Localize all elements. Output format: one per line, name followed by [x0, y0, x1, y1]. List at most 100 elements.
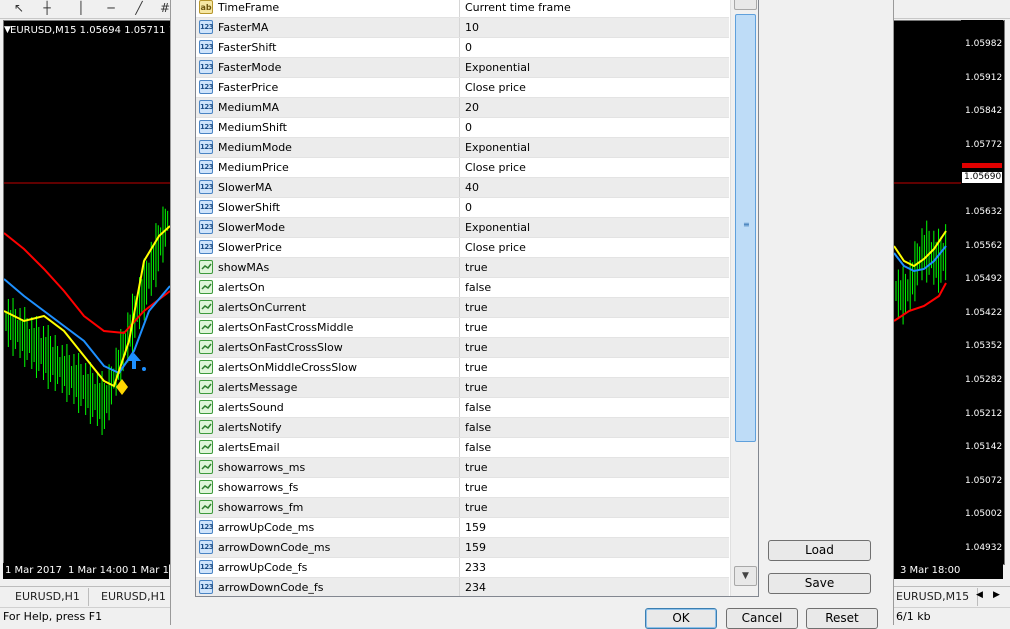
input-value[interactable]: true: [465, 301, 488, 314]
input-row-alertsOnFastCrossMiddle[interactable]: alertsOnFastCrossMiddle true: [196, 318, 729, 338]
input-value-cell[interactable]: Current time frame: [460, 0, 729, 17]
input-value-cell[interactable]: false: [460, 398, 729, 417]
input-value-cell[interactable]: Close price: [460, 238, 729, 257]
crosshair-icon[interactable]: ┼: [38, 0, 56, 16]
input-value[interactable]: 0: [465, 201, 472, 214]
cancel-button[interactable]: Cancel: [726, 608, 798, 629]
input-value-cell[interactable]: 0: [460, 118, 729, 137]
input-value[interactable]: true: [465, 261, 488, 274]
input-value[interactable]: 0: [465, 121, 472, 134]
input-value-cell[interactable]: true: [460, 478, 729, 497]
input-row-alertsSound[interactable]: alertsSound false: [196, 398, 729, 418]
input-row-showMAs[interactable]: showMAs true: [196, 258, 729, 278]
input-value-cell[interactable]: true: [460, 318, 729, 337]
input-row-TimeFrame[interactable]: ab TimeFrame Current time frame: [196, 0, 729, 18]
input-value-cell[interactable]: Exponential: [460, 138, 729, 157]
save-button[interactable]: Save: [768, 573, 871, 594]
input-value-cell[interactable]: true: [460, 458, 729, 477]
vertical-line-icon[interactable]: │: [72, 0, 90, 16]
trendline-icon[interactable]: ╱: [130, 0, 148, 16]
input-row-SlowerMA[interactable]: 123 SlowerMA 40: [196, 178, 729, 198]
cursor-icon[interactable]: ↖: [10, 0, 28, 16]
input-value[interactable]: Exponential: [465, 141, 530, 154]
input-value-cell[interactable]: 233: [460, 558, 729, 577]
input-row-showarrows_ms[interactable]: showarrows_ms true: [196, 458, 729, 478]
input-value-cell[interactable]: Close price: [460, 78, 729, 97]
input-value[interactable]: 233: [465, 561, 486, 574]
input-row-alertsOnFastCrossSlow[interactable]: alertsOnFastCrossSlow true: [196, 338, 729, 358]
input-value[interactable]: true: [465, 381, 488, 394]
input-row-SlowerPrice[interactable]: 123 SlowerPrice Close price: [196, 238, 729, 258]
input-row-alertsOnMiddleCrossSlow[interactable]: alertsOnMiddleCrossSlow true: [196, 358, 729, 378]
input-value[interactable]: 10: [465, 21, 479, 34]
input-value-cell[interactable]: 40: [460, 178, 729, 197]
input-row-showarrows_fs[interactable]: showarrows_fs true: [196, 478, 729, 498]
scroll-up-icon[interactable]: [734, 0, 757, 10]
scroll-down-icon[interactable]: ▼: [734, 566, 757, 586]
input-value[interactable]: Close price: [465, 81, 526, 94]
input-value[interactable]: true: [465, 481, 488, 494]
input-row-MediumShift[interactable]: 123 MediumShift 0: [196, 118, 729, 138]
input-row-arrowDownCode_fs[interactable]: 123 arrowDownCode_fs 234: [196, 578, 729, 596]
input-row-MediumMode[interactable]: 123 MediumMode Exponential: [196, 138, 729, 158]
input-row-MediumMA[interactable]: 123 MediumMA 20: [196, 98, 729, 118]
input-value-cell[interactable]: 0: [460, 38, 729, 57]
tab-eurusd-h1[interactable]: EURUSD,H1: [7, 588, 89, 606]
input-value[interactable]: Exponential: [465, 221, 530, 234]
input-row-alertsEmail[interactable]: alertsEmail false: [196, 438, 729, 458]
input-row-showarrows_fm[interactable]: showarrows_fm true: [196, 498, 729, 518]
input-value[interactable]: Exponential: [465, 61, 530, 74]
input-row-arrowDownCode_ms[interactable]: 123 arrowDownCode_ms 159: [196, 538, 729, 558]
horizontal-line-icon[interactable]: ─: [102, 0, 120, 16]
input-row-SlowerMode[interactable]: 123 SlowerMode Exponential: [196, 218, 729, 238]
input-value[interactable]: 234: [465, 581, 486, 594]
input-value-cell[interactable]: true: [460, 338, 729, 357]
input-value[interactable]: false: [465, 281, 491, 294]
ok-button[interactable]: OK: [645, 608, 717, 629]
input-value[interactable]: true: [465, 461, 488, 474]
load-button[interactable]: Load: [768, 540, 871, 561]
input-value-cell[interactable]: 159: [460, 518, 729, 537]
vertical-scrollbar[interactable]: ≡ ▼: [730, 0, 758, 596]
input-value-cell[interactable]: true: [460, 498, 729, 517]
input-value[interactable]: 159: [465, 521, 486, 534]
tab-eurusd-m15[interactable]: EURUSD,M15: [888, 588, 979, 606]
input-value[interactable]: 40: [465, 181, 479, 194]
input-row-FasterShift[interactable]: 123 FasterShift 0: [196, 38, 729, 58]
input-value[interactable]: true: [465, 321, 488, 334]
input-value[interactable]: Current time frame: [465, 1, 571, 14]
input-value-cell[interactable]: 159: [460, 538, 729, 557]
input-row-MediumPrice[interactable]: 123 MediumPrice Close price: [196, 158, 729, 178]
input-value[interactable]: 20: [465, 101, 479, 114]
input-value[interactable]: 0: [465, 41, 472, 54]
tab-scroll-left-icon[interactable]: ◀: [976, 590, 983, 600]
left-chart[interactable]: EURUSD,M15 1.05694 1.05711 1.0 ▼: [3, 20, 171, 565]
input-value-cell[interactable]: false: [460, 418, 729, 437]
reset-button[interactable]: Reset: [806, 608, 878, 629]
input-value-cell[interactable]: 10: [460, 18, 729, 37]
input-row-alertsOn[interactable]: alertsOn false: [196, 278, 729, 298]
input-row-arrowUpCode_ms[interactable]: 123 arrowUpCode_ms 159: [196, 518, 729, 538]
input-row-alertsMessage[interactable]: alertsMessage true: [196, 378, 729, 398]
input-row-FasterPrice[interactable]: 123 FasterPrice Close price: [196, 78, 729, 98]
input-value[interactable]: 159: [465, 541, 486, 554]
input-value-cell[interactable]: true: [460, 378, 729, 397]
input-value[interactable]: Close price: [465, 161, 526, 174]
tab-scroll-right-icon[interactable]: ▶: [993, 590, 1000, 600]
input-value-cell[interactable]: true: [460, 298, 729, 317]
input-value-cell[interactable]: 234: [460, 578, 729, 596]
input-row-alertsNotify[interactable]: alertsNotify false: [196, 418, 729, 438]
input-value-cell[interactable]: true: [460, 358, 729, 377]
input-row-FasterMode[interactable]: 123 FasterMode Exponential: [196, 58, 729, 78]
input-value[interactable]: true: [465, 361, 488, 374]
input-value[interactable]: false: [465, 441, 491, 454]
input-value-cell[interactable]: Exponential: [460, 58, 729, 77]
input-row-alertsOnCurrent[interactable]: alertsOnCurrent true: [196, 298, 729, 318]
input-row-arrowUpCode_fs[interactable]: 123 arrowUpCode_fs 233: [196, 558, 729, 578]
input-value[interactable]: true: [465, 341, 488, 354]
input-row-FasterMA[interactable]: 123 FasterMA 10: [196, 18, 729, 38]
tab-eurusd-h1-2[interactable]: EURUSD,H1: [93, 588, 175, 606]
input-value-cell[interactable]: 20: [460, 98, 729, 117]
input-value-cell[interactable]: true: [460, 258, 729, 277]
input-value-cell[interactable]: false: [460, 278, 729, 297]
